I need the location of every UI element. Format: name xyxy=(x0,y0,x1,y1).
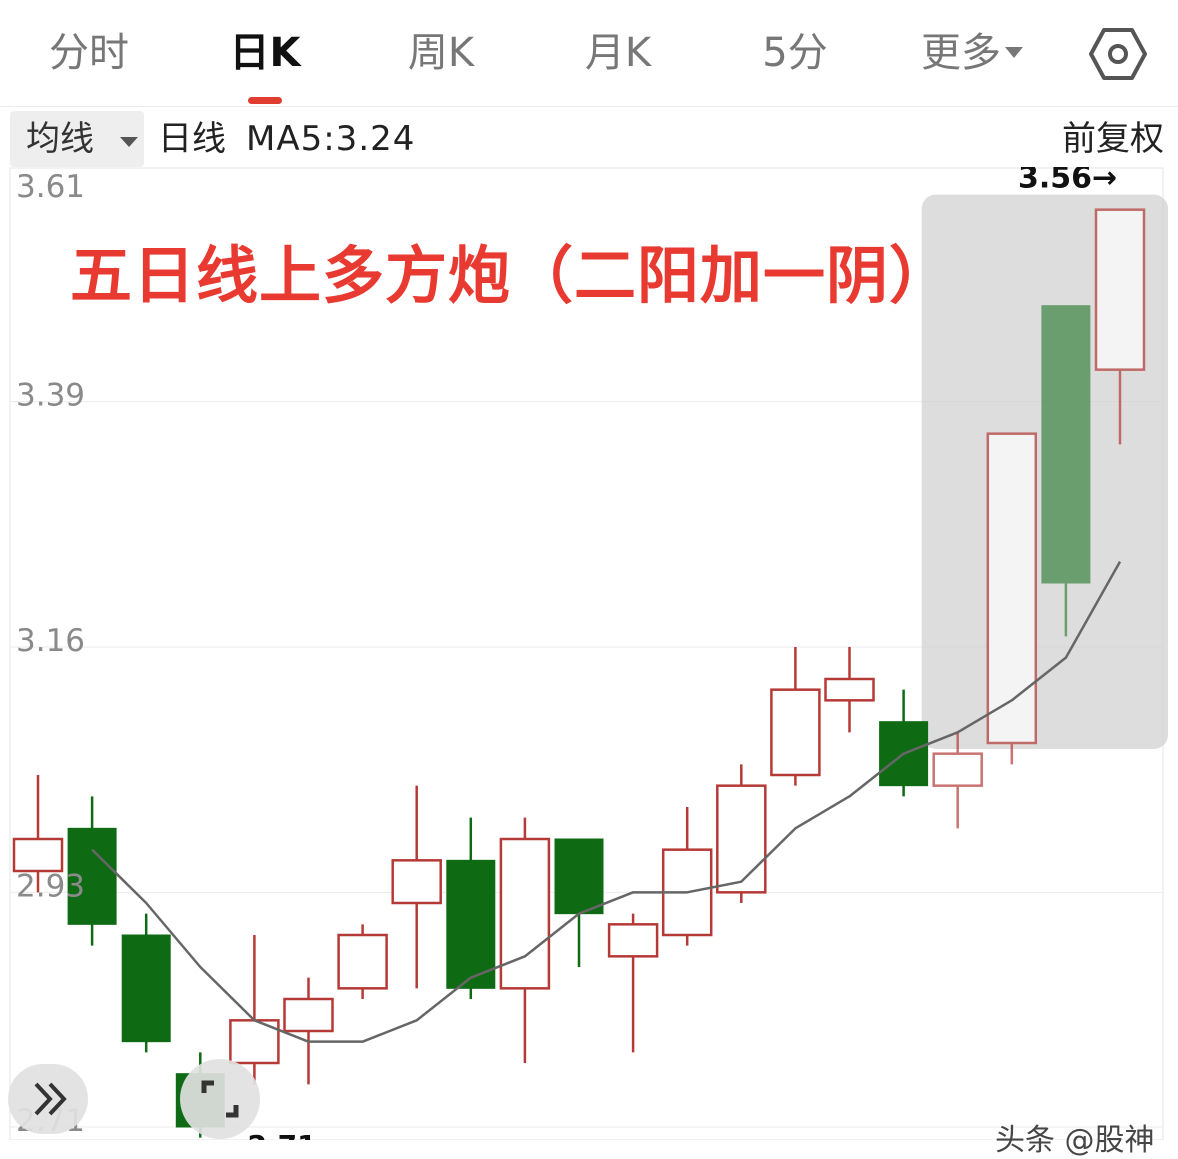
up-candle xyxy=(824,647,875,733)
up-candle xyxy=(337,924,388,999)
up-candle xyxy=(283,977,334,1085)
double-chevron-right-icon xyxy=(34,1082,67,1116)
candle-body xyxy=(607,923,659,958)
ma-indicator-label: 均线 xyxy=(26,119,94,159)
up-candle xyxy=(391,785,442,989)
tab-more-label: 更多 xyxy=(921,30,1001,76)
candle-body xyxy=(824,677,875,702)
candle-body xyxy=(283,997,334,1033)
tab-more[interactable]: 更多 xyxy=(912,28,1032,78)
up-candle xyxy=(661,807,713,946)
source-watermark: 头条 @股神 xyxy=(995,1123,1155,1158)
up-candle xyxy=(986,432,1038,765)
candle-body xyxy=(770,688,821,777)
candle-body xyxy=(716,784,767,894)
candle-body xyxy=(499,837,551,990)
candle-body xyxy=(1041,305,1091,584)
tab-5min[interactable]: 5分 xyxy=(752,28,838,78)
expand-corners-icon xyxy=(201,1080,239,1118)
y-tick-label: 2.93 xyxy=(16,868,85,904)
up-candle xyxy=(770,647,821,786)
period-tab-bar: 分时 日K 周K 月K 5分 更多 xyxy=(0,0,1178,107)
hexagon-settings-icon xyxy=(1089,28,1147,80)
period-label: 日线 xyxy=(158,119,226,159)
candle-body xyxy=(446,859,496,989)
down-candle xyxy=(554,838,604,967)
candlestick-chart[interactable]: 3.613.393.162.932.713.56→← 2.71 五日线上多方炮（… xyxy=(0,167,1178,1158)
price-adjust-toggle[interactable]: 前复权 xyxy=(1062,119,1164,159)
candle-body xyxy=(554,838,604,915)
down-candle xyxy=(121,913,171,1053)
candle-body xyxy=(337,933,388,990)
ma-indicator-dropdown[interactable]: 均线 xyxy=(10,111,144,167)
active-tab-indicator xyxy=(248,97,282,104)
fullscreen-button[interactable] xyxy=(180,1059,260,1139)
candle-body xyxy=(391,859,442,905)
caret-down-icon xyxy=(120,137,138,147)
ma5-value: MA5:3.24 xyxy=(246,119,416,159)
down-candle xyxy=(879,689,929,797)
candle-body xyxy=(12,837,64,873)
tab-weekly-k[interactable]: 周K xyxy=(398,28,484,78)
y-tick-label: 3.61 xyxy=(16,169,85,205)
tab-intraday[interactable]: 分时 xyxy=(48,28,130,78)
y-tick-label: 3.39 xyxy=(16,378,85,414)
caret-down-icon xyxy=(1005,46,1023,58)
candle-body xyxy=(121,934,171,1043)
up-candle xyxy=(607,913,659,1053)
y-tick-label: 3.16 xyxy=(16,623,85,659)
candle-body xyxy=(932,752,983,787)
candle-body xyxy=(1094,208,1146,371)
chart-annotation-headline: 五日线上多方炮（二阳加一阴） xyxy=(70,239,953,312)
settings-button[interactable] xyxy=(1088,26,1148,82)
next-button[interactable] xyxy=(8,1064,88,1134)
candle-body xyxy=(986,432,1038,745)
last-price-label: 3.56→ xyxy=(1018,167,1117,196)
up-candle xyxy=(499,817,551,1063)
tab-monthly-k[interactable]: 月K xyxy=(575,28,661,78)
indicator-bar: 均线 日线 MA5:3.24 前复权 xyxy=(0,107,1178,167)
tab-daily-k[interactable]: 日K xyxy=(222,28,308,78)
